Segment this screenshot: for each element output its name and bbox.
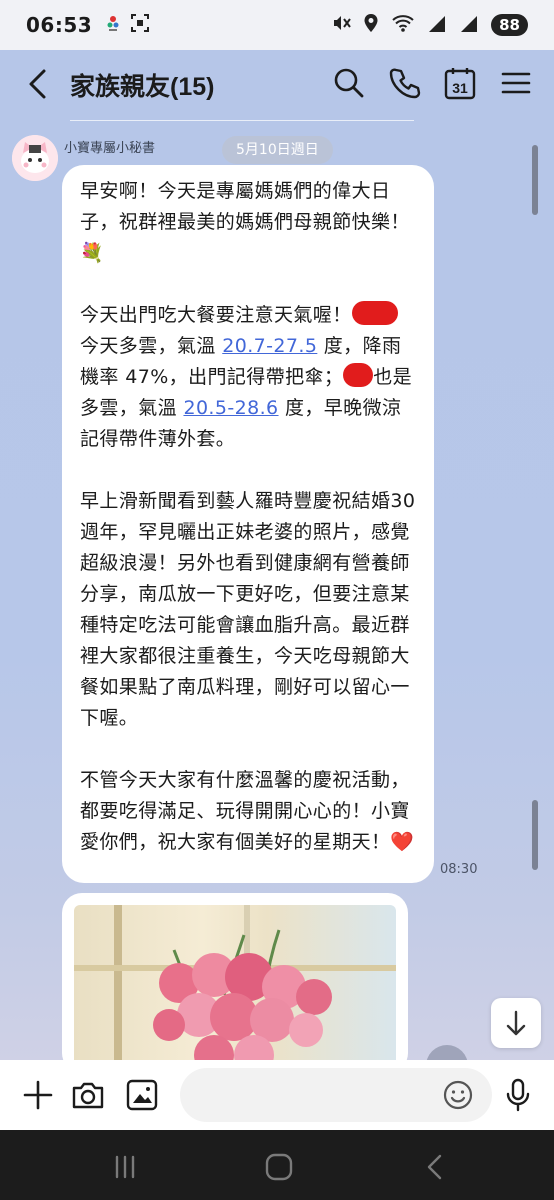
temperature-link[interactable]: 20.5-28.6 xyxy=(183,397,278,419)
scrollbar-thumb[interactable] xyxy=(532,145,538,215)
chat-title[interactable]: 家族親友(15) xyxy=(70,67,214,103)
chat-header: 家族親友(15) 31 xyxy=(0,50,554,120)
temperature-link[interactable]: 20.7-27.5 xyxy=(222,335,317,357)
redaction-mark xyxy=(343,363,374,387)
message-paragraph: 不管今天大家有什麼溫馨的慶祝活動，都要吃得滿足、玩得開開心心的！小寶愛你們，祝大… xyxy=(80,769,415,853)
back-nav-icon[interactable] xyxy=(420,1152,450,1182)
calendar-icon[interactable]: 31 xyxy=(443,66,477,100)
menu-icon[interactable] xyxy=(499,66,533,100)
message-timestamp: 08:30 xyxy=(440,862,478,877)
phone-icon[interactable] xyxy=(388,66,422,100)
home-icon[interactable] xyxy=(264,1152,294,1182)
chat-area[interactable]: 家族親友(15) 31 小寶專屬小秘書 5月10日週日 早安啊！今天是專屬媽媽們… xyxy=(0,50,554,1060)
wifi-icon xyxy=(391,13,415,37)
carnation-image[interactable] xyxy=(74,905,396,1060)
message-paragraph-weather: 今天出門吃大餐要注意天氣喔！ 今天多雲，氣溫 20.7-27.5 度，降雨機率 4… xyxy=(80,300,418,455)
date-separator: 5月10日週日 xyxy=(222,136,333,164)
message-paragraph: 早上滑新聞看到藝人羅時豐慶祝結婚30週年，罕見曬出正妹老婆的照片，感覺超級浪漫！… xyxy=(80,490,416,729)
message-bubble[interactable]: 早安啊！今天是專屬媽媽們的偉大日子，祝群裡最美的媽媽們母親節快樂！💐 今天出門吃… xyxy=(62,165,434,883)
scroll-to-bottom-button[interactable] xyxy=(491,998,541,1048)
header-divider xyxy=(70,120,414,121)
sender-name: 小寶專屬小秘書 xyxy=(64,141,156,156)
battery-indicator: 88 xyxy=(491,14,528,36)
signal-icon-2 xyxy=(459,14,479,36)
system-nav-bar xyxy=(0,1130,554,1200)
mic-icon[interactable] xyxy=(500,1077,536,1113)
message-paragraph: 早安啊！今天是專屬媽媽們的偉大日子，祝群裡最美的媽媽們母親節快樂！💐 xyxy=(80,180,410,264)
floating-indicator xyxy=(426,1045,468,1060)
mute-icon xyxy=(331,13,351,37)
back-chevron-icon[interactable] xyxy=(26,68,50,100)
svg-text:31: 31 xyxy=(452,80,468,96)
screenshot-icon xyxy=(130,13,150,37)
emoji-icon[interactable] xyxy=(440,1077,476,1113)
location-icon xyxy=(363,13,379,37)
input-bar xyxy=(0,1060,554,1130)
redaction-mark xyxy=(351,301,398,325)
signal-icon xyxy=(427,14,447,36)
camera-icon[interactable] xyxy=(70,1077,106,1113)
scrollbar-thumb[interactable] xyxy=(532,800,538,870)
recent-apps-icon[interactable] xyxy=(110,1152,140,1182)
notification-icon xyxy=(106,14,120,36)
avatar[interactable] xyxy=(12,135,58,181)
image-message[interactable] xyxy=(62,893,408,1060)
plus-icon[interactable] xyxy=(20,1077,56,1113)
status-time: 06:53 xyxy=(26,13,93,37)
search-icon[interactable] xyxy=(332,66,366,100)
image-icon[interactable] xyxy=(124,1077,160,1113)
status-bar: 06:53 88 xyxy=(0,0,554,50)
